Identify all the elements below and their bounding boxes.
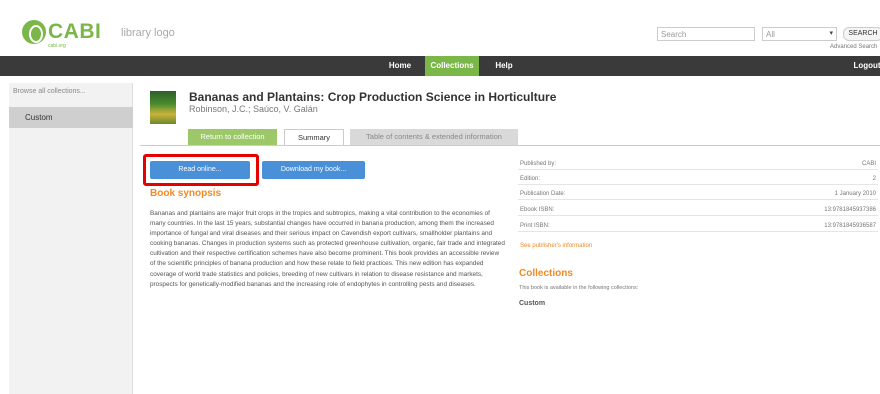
- nav-help[interactable]: Help: [490, 56, 518, 76]
- sidebar: Browse all collections... Custom: [9, 83, 133, 394]
- chevron-down-icon: ▾: [829, 30, 833, 37]
- search-button[interactable]: SEARCH: [843, 27, 880, 41]
- site-header: CABI cabi.org library logo Search All ▾ …: [0, 0, 880, 56]
- sidebar-item-custom[interactable]: Custom: [9, 107, 133, 128]
- cabi-logo-subtext: cabi.org: [48, 43, 66, 49]
- book-authors: Robinson, J.C.; Saúco, V. Galán: [189, 104, 318, 114]
- detail-key: Published by:: [520, 161, 557, 167]
- detail-value: 13:9781845937386: [824, 207, 876, 213]
- browse-all-collections-link[interactable]: Browse all collections...: [13, 88, 86, 95]
- book-title: Bananas and Plantains: Crop Production S…: [189, 90, 557, 104]
- synopsis-text: Bananas and plantains are major fruit cr…: [150, 210, 505, 288]
- detail-row: Publication Date: 1 January 2010: [518, 190, 878, 200]
- tab-table-of-contents[interactable]: Table of contents & extended information: [350, 129, 518, 145]
- detail-key: Publication Date:: [520, 191, 566, 197]
- detail-key: Edition:: [520, 176, 541, 182]
- search-scope-select[interactable]: All ▾: [762, 27, 837, 41]
- tab-return-to-collection[interactable]: Return to collection: [188, 129, 277, 145]
- detail-row: Edition: 2: [518, 175, 878, 185]
- synopsis-heading: Book synopsis: [150, 188, 222, 199]
- nav-collections[interactable]: Collections: [425, 56, 479, 76]
- nav-home[interactable]: Home: [384, 56, 416, 76]
- collections-description: This book is available in the following …: [519, 285, 639, 291]
- detail-row: Print ISBN: 13:9781845936587: [518, 222, 878, 232]
- collections-heading: Collections: [519, 268, 573, 279]
- detail-value: 2: [872, 176, 876, 182]
- library-logo: library logo: [121, 27, 175, 39]
- detail-row: Published by: CABI: [518, 160, 878, 170]
- cabi-logo-text: CABI: [48, 20, 102, 43]
- detail-key: Ebook ISBN:: [520, 207, 555, 213]
- book-cover-image: [150, 91, 176, 124]
- detail-value: 13:9781845936587: [824, 223, 876, 229]
- main-nav: Home Collections Help Logout: [0, 56, 880, 76]
- highlight-box: [143, 154, 259, 186]
- tab-divider: [140, 145, 880, 146]
- collection-item-custom[interactable]: Custom: [519, 300, 545, 307]
- detail-row: Ebook ISBN: 13:9781845937386: [518, 206, 878, 216]
- search-input[interactable]: Search: [657, 27, 755, 41]
- search-scope-value: All: [766, 30, 775, 39]
- detail-value: 1 January 2010: [834, 191, 876, 197]
- cabi-logo[interactable]: CABI cabi.org: [22, 20, 102, 49]
- detail-key: Print ISBN:: [520, 223, 550, 229]
- cabi-logo-icon: [22, 20, 46, 44]
- advanced-search-link[interactable]: Advanced Search: [830, 44, 877, 50]
- download-book-button[interactable]: Download my book...: [262, 161, 365, 179]
- nav-logout[interactable]: Logout: [852, 56, 880, 76]
- tab-summary[interactable]: Summary: [284, 129, 344, 145]
- detail-value: CABI: [861, 161, 876, 167]
- publisher-info-link[interactable]: See publisher's information: [520, 243, 592, 249]
